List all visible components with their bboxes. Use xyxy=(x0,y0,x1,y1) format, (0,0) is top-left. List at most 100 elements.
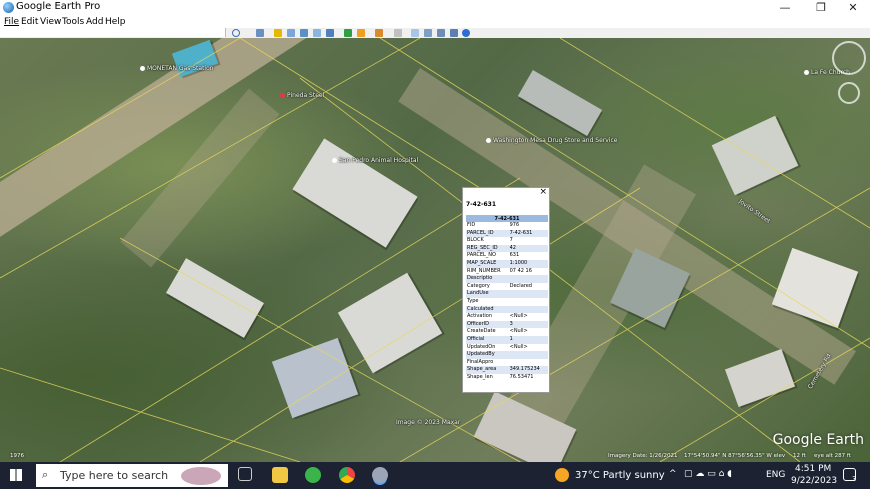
menu-tools[interactable]: Tools xyxy=(62,16,84,28)
table-row: Type xyxy=(466,298,548,306)
attribute-key: PARCEL_ID xyxy=(466,229,509,238)
chrome-icon[interactable] xyxy=(339,467,355,483)
place-label[interactable]: MONETAN Gas Station xyxy=(140,65,214,72)
table-row: Category Declared xyxy=(466,283,548,291)
notification-count: 3 xyxy=(852,475,857,483)
google-earth-icon xyxy=(3,2,14,13)
chevron-up-icon[interactable]: ^ xyxy=(669,469,677,479)
taskbar-search-box[interactable]: ⌕ Type here to search xyxy=(36,464,228,487)
windows-start-icon[interactable] xyxy=(10,469,22,481)
image-overlay-icon[interactable] xyxy=(313,29,321,37)
attribute-key: Shape_area xyxy=(466,366,509,374)
ruler-icon[interactable] xyxy=(394,29,402,37)
attribute-value: 7 xyxy=(509,237,513,244)
search-icon: ⌕ xyxy=(42,468,49,481)
attribute-value: 1 xyxy=(508,335,548,344)
path-icon[interactable] xyxy=(300,29,308,37)
google-earth-logo: Google Earth xyxy=(772,432,864,448)
place-marker-icon xyxy=(140,66,145,71)
attribute-key: CreateDate xyxy=(467,328,496,335)
attribute-key: LandUse xyxy=(466,290,509,298)
maximize-button[interactable]: ❐ xyxy=(806,0,836,16)
attribute-key: BLOCK xyxy=(467,237,484,244)
email-icon[interactable] xyxy=(411,29,419,37)
place-label[interactable]: Washington Mesa Drug Store and Service xyxy=(486,137,618,144)
table-row: FinalAppro xyxy=(466,359,548,367)
menu-view[interactable]: View xyxy=(40,16,61,28)
table-row: REG_SEC_ID 42 xyxy=(466,244,548,253)
attribute-key: UpdatedOn xyxy=(467,343,496,350)
place-marker-icon xyxy=(486,138,491,143)
attribute-key: Activation xyxy=(467,313,493,320)
close-icon[interactable]: × xyxy=(539,187,547,197)
attribute-key: PARCEL_NO xyxy=(467,252,496,259)
attribute-key: FID xyxy=(467,222,476,228)
rhino-icon xyxy=(181,467,221,485)
window-title: Google Earth Pro xyxy=(16,1,101,12)
clock-date[interactable]: 9/22/2023 xyxy=(791,476,837,486)
title-bar: Google Earth Pro — ❐ ✕ xyxy=(0,0,870,16)
minimize-button[interactable]: — xyxy=(770,0,800,16)
attribute-value xyxy=(508,351,548,359)
sidebar-toggle-icon[interactable] xyxy=(256,29,264,37)
attribute-key: Calculated xyxy=(466,305,509,314)
menu-bar: File Edit View Tools Add Help xyxy=(0,16,870,28)
attribute-value: 7-42-631 xyxy=(508,229,548,238)
table-row: LandUse xyxy=(466,290,548,298)
menu-add[interactable]: Add xyxy=(86,16,103,28)
menu-file[interactable]: File xyxy=(4,16,19,28)
search-panel[interactable] xyxy=(0,28,226,37)
table-row: Activation <Null> xyxy=(466,313,548,321)
feature-info-balloon: × 7-42-631 7-42-631 FID 976 PARCEL_ID 7-42-… xyxy=(462,187,550,393)
attribute-key: FinalAppro xyxy=(467,358,494,365)
upwork-icon[interactable] xyxy=(305,467,321,483)
historical-imagery-icon[interactable] xyxy=(344,29,352,37)
print-icon[interactable] xyxy=(424,29,432,37)
close-button[interactable]: ✕ xyxy=(838,0,868,16)
tray-icons[interactable]: ▢ ☁ ▭ ⌂ ◖ xyxy=(684,469,732,479)
look-joystick-icon[interactable] xyxy=(838,82,860,104)
placemark-icon[interactable] xyxy=(274,29,282,37)
attribute-value xyxy=(509,359,548,367)
table-header: 7-42-631 xyxy=(466,215,548,222)
table-row: PARCEL_ID 7-42-631 xyxy=(466,229,548,238)
language-indicator[interactable]: ENG xyxy=(766,470,785,480)
clock-time[interactable]: 4:51 PM xyxy=(795,464,831,474)
record-tour-icon[interactable] xyxy=(326,29,334,37)
attribute-value: 1:1000 xyxy=(508,259,548,268)
google-earth-taskbar-icon[interactable] xyxy=(372,467,388,483)
attribute-value: 3 xyxy=(508,320,548,329)
planets-icon[interactable] xyxy=(375,29,383,37)
file-explorer-icon[interactable] xyxy=(272,467,288,483)
attribute-key: Official xyxy=(466,335,509,344)
balloon-title: 7-42-631 xyxy=(466,201,497,208)
polygon-icon[interactable] xyxy=(287,29,295,37)
menu-help[interactable]: Help xyxy=(105,16,126,28)
place-label[interactable]: San Pedro Animal Hospital xyxy=(332,157,418,164)
table-row: UpdatedBy xyxy=(466,351,548,359)
attribute-key: REG_SEC_ID xyxy=(466,244,509,253)
compass-icon[interactable] xyxy=(832,41,866,75)
menu-edit[interactable]: Edit xyxy=(21,16,38,28)
attribute-key: UpdatedBy xyxy=(466,351,509,359)
eye-altitude: eye alt 287 ft xyxy=(814,453,851,459)
image-credit: Image © 2023 Maxar xyxy=(396,419,461,426)
table-row: MAP_SCALE 1:1000 xyxy=(466,259,548,268)
save-image-icon[interactable] xyxy=(437,29,445,37)
attribute-table: 7-42-631 FID 976 PARCEL_ID 7-42-631 BLOCK 7 RE… xyxy=(466,215,548,381)
weather-text[interactable]: 37°C Partly sunny xyxy=(575,470,665,481)
earth-icon[interactable] xyxy=(462,29,470,37)
table-row: CreateDate <Null> xyxy=(466,328,548,336)
sun-icon[interactable] xyxy=(357,29,365,37)
attribute-key: Type xyxy=(467,297,479,304)
search-icon[interactable] xyxy=(232,29,240,37)
map-viewport[interactable]: MONETAN Gas Station Pineda Steel Washing… xyxy=(0,38,870,462)
place-label[interactable]: Pineda Steel xyxy=(280,92,324,99)
maps-icon[interactable] xyxy=(450,29,458,37)
attribute-value: <Null> xyxy=(509,343,528,350)
attribute-value: 349.175234 xyxy=(508,366,548,374)
attribute-value: <Null> xyxy=(509,328,528,335)
attribute-value xyxy=(508,290,548,298)
task-view-icon[interactable] xyxy=(238,467,252,481)
attribute-value: 07 42 16 xyxy=(509,267,532,274)
